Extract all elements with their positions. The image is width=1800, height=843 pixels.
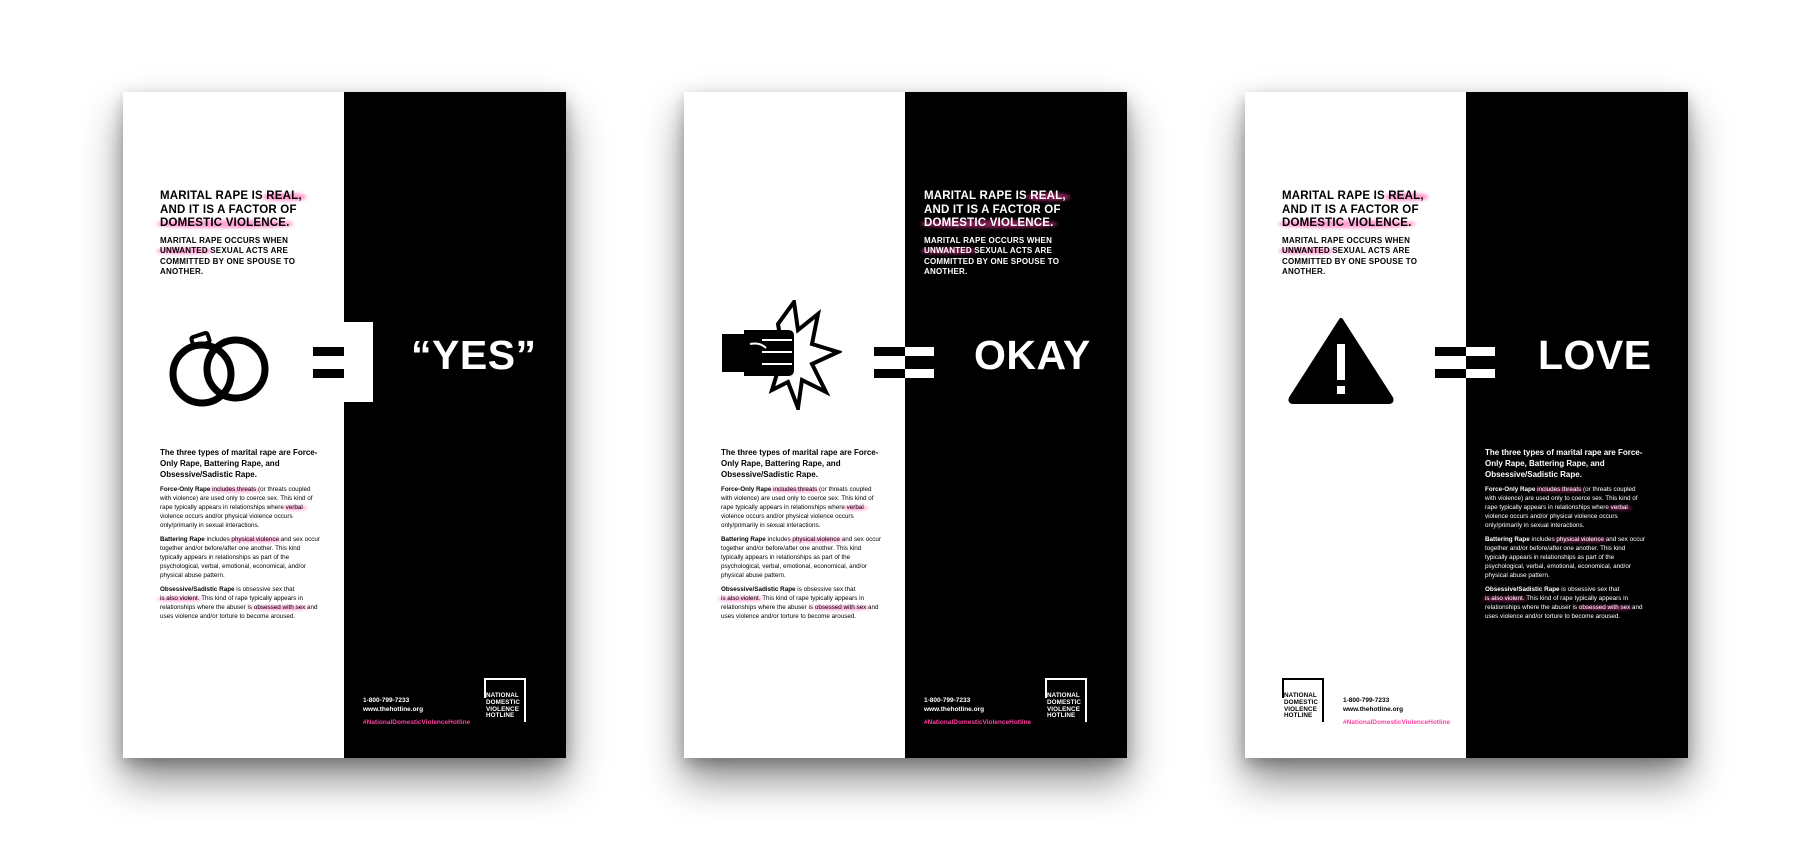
body-text: The three types of marital rape are Forc… [721, 447, 881, 626]
headline-block: MARITAL RAPE IS REAL, AND IT IS A FACTOR… [160, 190, 335, 278]
body-intro: The three types of marital rape are Forc… [160, 448, 318, 479]
not-equal-icon [313, 322, 373, 402]
headline: MARITAL RAPE IS REAL, AND IT IS A FACTOR… [160, 190, 302, 229]
highlight-real: REAL, [266, 190, 302, 202]
subhead: MARITAL RAPE OCCURS WHEN UNWANTED SEXUAL… [1282, 235, 1418, 277]
hashtag: #NationalDomesticViolenceHotline [924, 719, 1032, 726]
poster-yes: MARITAL RAPE IS REAL, AND IT IS A FACTOR… [123, 92, 566, 758]
word-yes: “YES” [411, 332, 537, 378]
body-intro: The three types of marital rape are Forc… [721, 448, 879, 479]
obsessive-paragraph: Obsessive/Sadistic Rape is obsessive sex… [721, 586, 879, 620]
body-text: The three types of marital rape are Forc… [160, 447, 320, 626]
hotline-logo: NATIONAL DOMESTIC VIOLENCE HOTLINE [1045, 678, 1087, 722]
phone-number: 1-800-799-7233 [1343, 697, 1390, 704]
fist-punch-icon [722, 300, 842, 410]
battering-paragraph: Battering Rape includes physical violenc… [721, 536, 881, 579]
headline-block: MARITAL RAPE IS REAL, AND IT IS A FACTOR… [1282, 190, 1457, 278]
headline: MARITAL RAPE IS REAL, AND IT IS A FACTOR… [924, 190, 1066, 229]
highlight-real: REAL, [1030, 190, 1066, 202]
wedding-rings-icon [169, 330, 269, 407]
force-only-paragraph: Force-Only Rape includes threats (or thr… [160, 486, 313, 529]
black-panel [1466, 92, 1688, 758]
subhead: MARITAL RAPE OCCURS WHEN UNWANTED SEXUAL… [160, 235, 296, 277]
website: www.thehotline.org [924, 706, 985, 713]
not-equal-icon [874, 322, 934, 402]
highlight-real: REAL, [1388, 190, 1424, 202]
poster-okay: MARITAL RAPE IS REAL, AND IT IS A FACTOR… [684, 92, 1127, 758]
not-equal-icon [1435, 322, 1495, 402]
hashtag: #NationalDomesticViolenceHotline [363, 719, 471, 726]
hashtag: #NationalDomesticViolenceHotline [1343, 719, 1451, 726]
hotline-logo: NATIONAL DOMESTIC VIOLENCE HOTLINE [484, 678, 526, 722]
force-only-paragraph: Force-Only Rape includes threats (or thr… [1485, 486, 1638, 529]
contact-info: 1-800-799-7233 www.thehotline.org #Natio… [363, 696, 470, 727]
highlight-domestic-violence: DOMESTIC VIOLENCE. [160, 217, 290, 229]
highlight-unwanted: UNWANTED [1282, 246, 1330, 255]
body-intro: The three types of marital rape are Forc… [1485, 448, 1643, 479]
highlight-domestic-violence: DOMESTIC VIOLENCE. [924, 217, 1054, 229]
headline: MARITAL RAPE IS REAL, AND IT IS A FACTOR… [1282, 190, 1424, 229]
warning-triangle-icon [1288, 318, 1394, 404]
obsessive-paragraph: Obsessive/Sadistic Rape is obsessive sex… [1485, 586, 1643, 620]
subhead: MARITAL RAPE OCCURS WHEN UNWANTED SEXUAL… [924, 235, 1060, 277]
force-only-paragraph: Force-Only Rape includes threats (or thr… [721, 486, 874, 529]
battering-paragraph: Battering Rape includes physical violenc… [1485, 536, 1645, 579]
highlight-domestic-violence: DOMESTIC VIOLENCE. [1282, 217, 1412, 229]
word-love: LOVE [1538, 332, 1652, 378]
website: www.thehotline.org [1343, 706, 1404, 713]
black-panel [344, 92, 566, 758]
word-okay: OKAY [974, 332, 1091, 378]
obsessive-paragraph: Obsessive/Sadistic Rape is obsessive sex… [160, 586, 318, 620]
highlight-unwanted: UNWANTED [924, 246, 972, 255]
headline-block: MARITAL RAPE IS REAL, AND IT IS A FACTOR… [924, 190, 1099, 278]
contact-info: 1-800-799-7233 www.thehotline.org #Natio… [1343, 696, 1450, 727]
phone-number: 1-800-799-7233 [924, 697, 971, 704]
phone-number: 1-800-799-7233 [363, 697, 410, 704]
hotline-logo: NATIONAL DOMESTIC VIOLENCE HOTLINE [1282, 678, 1324, 722]
battering-paragraph: Battering Rape includes physical violenc… [160, 536, 320, 579]
highlight-unwanted: UNWANTED [160, 246, 208, 255]
poster-love: MARITAL RAPE IS REAL, AND IT IS A FACTOR… [1245, 92, 1688, 758]
body-text: The three types of marital rape are Forc… [1485, 447, 1645, 626]
website: www.thehotline.org [363, 706, 424, 713]
contact-info: 1-800-799-7233 www.thehotline.org #Natio… [924, 696, 1031, 727]
